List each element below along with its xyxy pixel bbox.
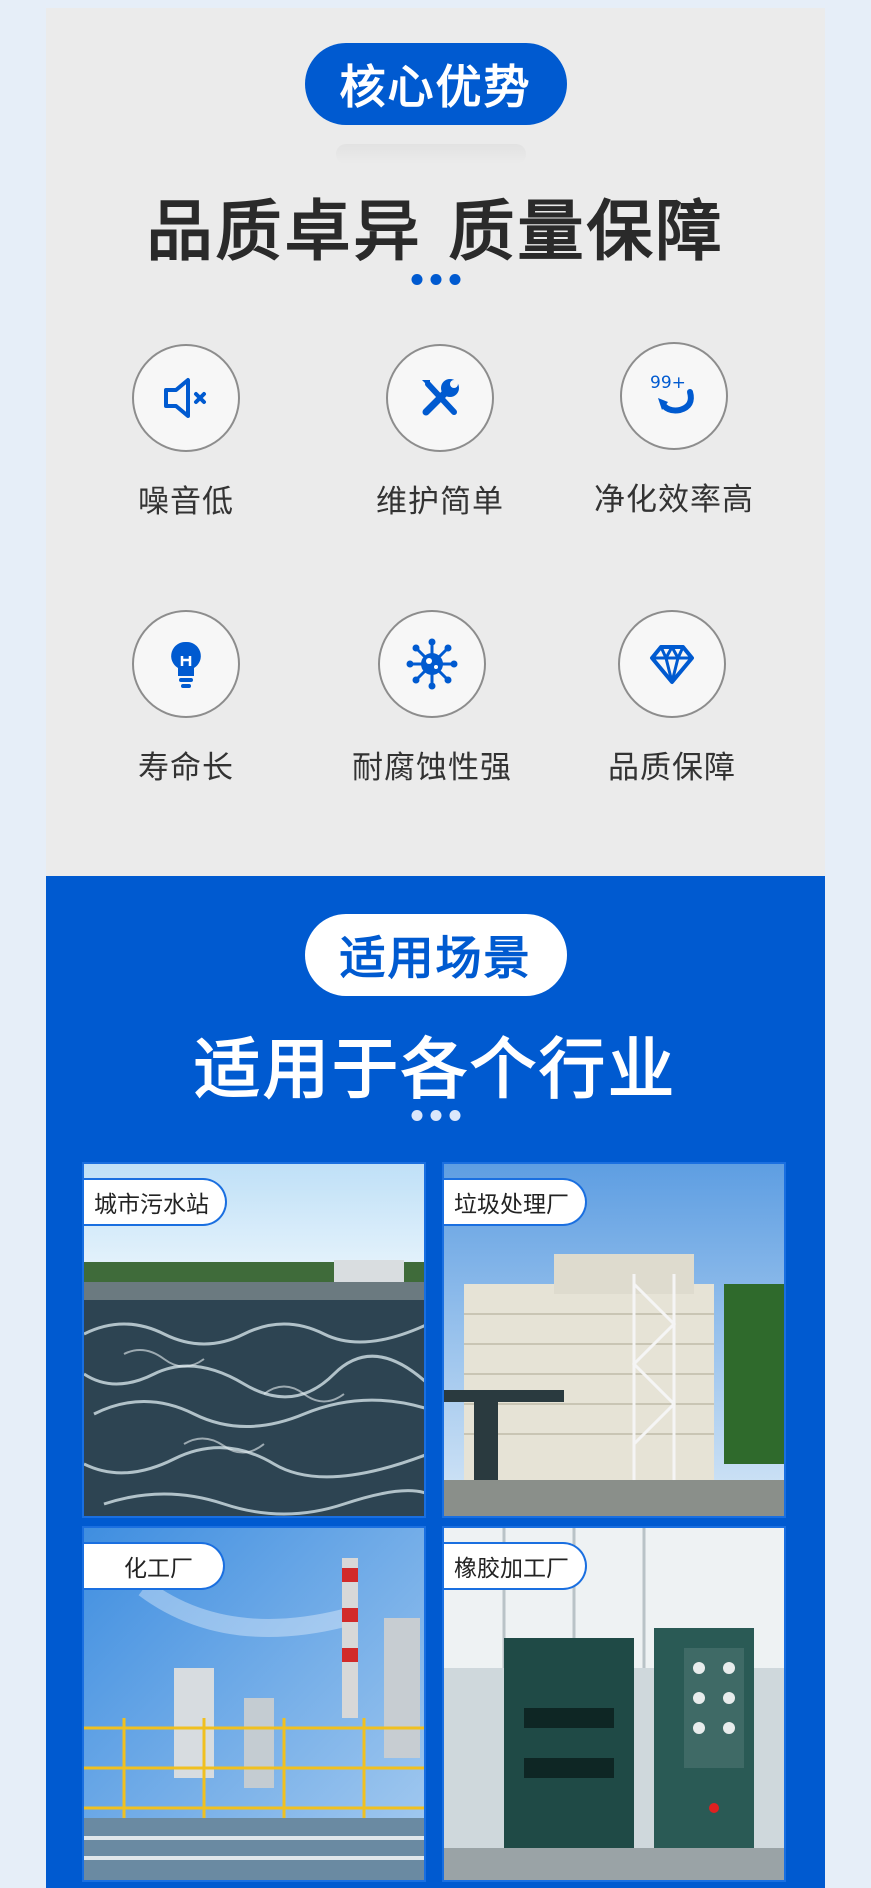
advantages-section: 核心优势 品质卓异 质量保障 噪音低 维护简单 99+ 净化效率高 寿命长 耐腐…: [46, 8, 825, 876]
badge-99-text: 99+: [650, 373, 686, 393]
scene-chemical-plant: 化工厂: [82, 1526, 426, 1882]
feature-label: 噪音低: [138, 484, 234, 520]
feature-quality-assurance: 品质保障: [562, 610, 782, 787]
feature-label: 品质保障: [608, 750, 736, 786]
feature-label: 耐腐蚀性强: [352, 750, 512, 786]
badge-shadow: [336, 144, 526, 164]
diamond-icon: [618, 610, 726, 718]
scene-rubber-plant: 橡胶加工厂: [442, 1526, 786, 1882]
scene-label: 化工厂: [84, 1542, 225, 1590]
feature-corrosion-resistant: 耐腐蚀性强: [322, 610, 542, 787]
feature-high-efficiency: 99+ 净化效率高: [564, 342, 784, 519]
virus-icon: [378, 610, 486, 718]
feature-label: 寿命长: [138, 750, 234, 786]
feature-label: 维护简单: [376, 484, 504, 520]
99-plus-arrow-icon: 99+: [620, 342, 728, 450]
mute-speaker-icon: [132, 344, 240, 452]
scene-sewage-station: 城市污水站: [82, 1162, 426, 1518]
wrench-screwdriver-icon: [386, 344, 494, 452]
scene-label: 橡胶加工厂: [444, 1542, 587, 1590]
scenarios-badge: 适用场景: [304, 914, 567, 996]
lightbulb-icon: [132, 610, 240, 718]
scenarios-section: 适用场景 适用于各个行业 城市污水站 垃圾处理厂 化工厂 橡胶加工厂: [46, 876, 825, 1888]
feature-label: 净化效率高: [594, 482, 754, 518]
scene-label: 垃圾处理厂: [444, 1178, 587, 1226]
feature-long-life: 寿命长: [76, 610, 296, 787]
feature-low-noise: 噪音低: [76, 344, 296, 521]
advantages-headline: 品质卓异 质量保障: [146, 193, 725, 270]
scene-label: 城市污水站: [84, 1178, 227, 1226]
scenarios-headline: 适用于各个行业: [194, 1031, 677, 1108]
feature-easy-maintenance: 维护简单: [330, 344, 550, 521]
decorative-dots: [411, 274, 460, 285]
scene-garbage-plant: 垃圾处理厂: [442, 1162, 786, 1518]
advantages-badge: 核心优势: [304, 43, 567, 125]
decorative-dots: [411, 1110, 460, 1121]
